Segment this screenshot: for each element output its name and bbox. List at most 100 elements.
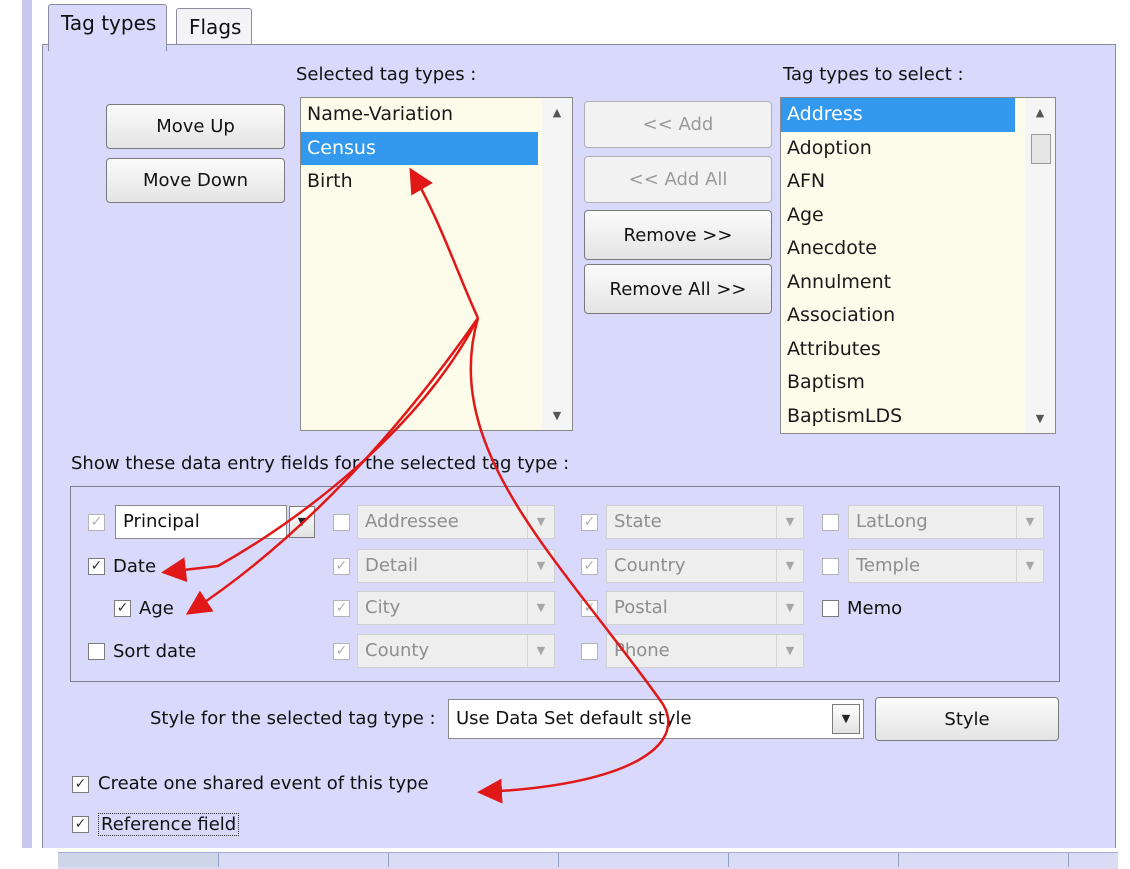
phone-checkbox[interactable] (581, 643, 598, 660)
county-combo[interactable]: County ▼ (357, 634, 555, 668)
bottom-tab-row (58, 852, 1118, 869)
date-checkbox[interactable]: ✓ (88, 558, 105, 575)
bottom-tab[interactable] (58, 853, 219, 867)
state-checkbox[interactable]: ✓ (581, 514, 598, 531)
detail-checkbox[interactable]: ✓ (333, 558, 350, 575)
list-item[interactable]: Baptism (781, 366, 1055, 400)
reference-field-label: Reference field (98, 813, 240, 836)
bottom-tab[interactable] (738, 853, 899, 867)
list-item[interactable]: Attributes (781, 333, 1055, 367)
list-item[interactable]: BaptismLDS (781, 400, 1055, 434)
tag-types-to-select-list[interactable]: Address Adoption AFN Age Anecdote Annulm… (780, 97, 1056, 434)
tag-types-to-select-heading: Tag types to select : (783, 64, 964, 85)
show-fields-heading: Show these data entry fields for the sel… (71, 453, 570, 474)
remove-button[interactable]: Remove >> (584, 210, 772, 260)
bottom-tab[interactable] (398, 853, 559, 867)
country-dropdown-icon[interactable]: ▼ (776, 550, 803, 582)
state-dropdown-icon[interactable]: ▼ (776, 506, 803, 538)
list-item[interactable]: Name-Variation (301, 98, 538, 132)
list-item[interactable]: Annulment (781, 266, 1055, 300)
latlong-checkbox[interactable] (822, 514, 839, 531)
addressee-checkbox[interactable] (333, 514, 350, 531)
window-left-border (22, 0, 32, 868)
list-item[interactable]: Birth (301, 165, 538, 199)
memo-label: Memo (847, 598, 903, 619)
list-item[interactable]: Association (781, 299, 1055, 333)
remove-all-button[interactable]: Remove All >> (584, 264, 772, 314)
style-button[interactable]: Style (875, 697, 1059, 741)
city-label: City (365, 597, 401, 618)
postal-combo[interactable]: Postal ▼ (606, 591, 804, 625)
temple-label: Temple (856, 555, 921, 576)
city-dropdown-icon[interactable]: ▼ (527, 592, 554, 624)
addressee-combo[interactable]: Addressee ▼ (357, 505, 555, 539)
scroll-up-icon[interactable]: ▲ (1025, 106, 1055, 119)
move-up-button[interactable]: Move Up (106, 104, 285, 149)
tab-tag-types[interactable]: Tag types (48, 4, 168, 51)
latlong-label: LatLong (856, 511, 928, 532)
add-button[interactable]: << Add (584, 101, 772, 148)
list-item[interactable]: AFN (781, 165, 1055, 199)
available-list-scrollbar[interactable]: ▲ ▼ (1025, 98, 1055, 433)
country-checkbox[interactable]: ✓ (581, 558, 598, 575)
scroll-down-icon[interactable]: ▼ (542, 409, 572, 422)
addressee-dropdown-icon[interactable]: ▼ (527, 506, 554, 538)
memo-checkbox[interactable] (822, 600, 839, 617)
move-down-button[interactable]: Move Down (106, 158, 285, 203)
principal-dropdown-icon[interactable]: ▼ (289, 506, 315, 538)
phone-combo[interactable]: Phone ▼ (606, 634, 804, 668)
principal-checkbox[interactable]: ✓ (88, 514, 105, 531)
phone-label: Phone (614, 640, 670, 661)
scroll-up-icon[interactable]: ▲ (542, 106, 572, 119)
principal-combo[interactable]: Principal (115, 505, 287, 539)
country-combo[interactable]: Country ▼ (606, 549, 804, 583)
detail-label: Detail (365, 555, 419, 576)
style-select-value: Use Data Set default style (456, 708, 692, 729)
principal-value: Principal (123, 511, 200, 532)
selected-tag-types-heading: Selected tag types : (296, 64, 477, 85)
latlong-combo[interactable]: LatLong ▼ (848, 505, 1044, 539)
sort-date-checkbox[interactable] (88, 643, 105, 660)
reference-field-checkbox[interactable]: ✓ (72, 816, 89, 833)
scroll-thumb[interactable] (1031, 134, 1051, 164)
postal-label: Postal (614, 597, 668, 618)
state-combo[interactable]: State ▼ (606, 505, 804, 539)
style-dropdown-icon[interactable]: ▼ (832, 704, 860, 734)
latlong-dropdown-icon[interactable]: ▼ (1016, 506, 1043, 538)
shared-event-label: Create one shared event of this type (98, 773, 429, 794)
city-combo[interactable]: City ▼ (357, 591, 555, 625)
temple-checkbox[interactable] (822, 558, 839, 575)
list-item-selected[interactable]: Census (301, 131, 538, 165)
tab-flags[interactable]: Flags (176, 8, 253, 49)
scroll-down-icon[interactable]: ▼ (1025, 412, 1055, 425)
bottom-tab[interactable] (228, 853, 389, 867)
detail-dropdown-icon[interactable]: ▼ (527, 550, 554, 582)
list-item[interactable]: Adoption (781, 132, 1055, 166)
bottom-tab[interactable] (568, 853, 729, 867)
city-checkbox[interactable]: ✓ (333, 600, 350, 617)
date-label: Date (113, 556, 157, 577)
detail-combo[interactable]: Detail ▼ (357, 549, 555, 583)
phone-dropdown-icon[interactable]: ▼ (776, 635, 803, 667)
postal-dropdown-icon[interactable]: ▼ (776, 592, 803, 624)
county-label: County (365, 640, 430, 661)
bottom-tab[interactable] (908, 853, 1069, 867)
list-item-selected[interactable]: Address (781, 98, 1015, 132)
selected-tag-types-list[interactable]: Name-Variation Census Birth ▲ ▼ (300, 97, 573, 431)
age-label: Age (139, 598, 174, 619)
county-checkbox[interactable]: ✓ (333, 643, 350, 660)
style-select[interactable]: Use Data Set default style (448, 699, 864, 739)
temple-dropdown-icon[interactable]: ▼ (1016, 550, 1043, 582)
postal-checkbox[interactable]: ✓ (581, 600, 598, 617)
selected-list-scrollbar[interactable]: ▲ ▼ (542, 98, 572, 430)
age-checkbox[interactable]: ✓ (114, 600, 131, 617)
list-item[interactable]: Age (781, 199, 1055, 233)
list-item[interactable]: Anecdote (781, 232, 1055, 266)
country-label: Country (614, 555, 686, 576)
add-all-button[interactable]: << Add All (584, 156, 772, 203)
county-dropdown-icon[interactable]: ▼ (527, 635, 554, 667)
state-label: State (614, 511, 662, 532)
shared-event-checkbox[interactable]: ✓ (72, 776, 89, 793)
temple-combo[interactable]: Temple ▼ (848, 549, 1044, 583)
addressee-label: Addressee (365, 511, 459, 532)
